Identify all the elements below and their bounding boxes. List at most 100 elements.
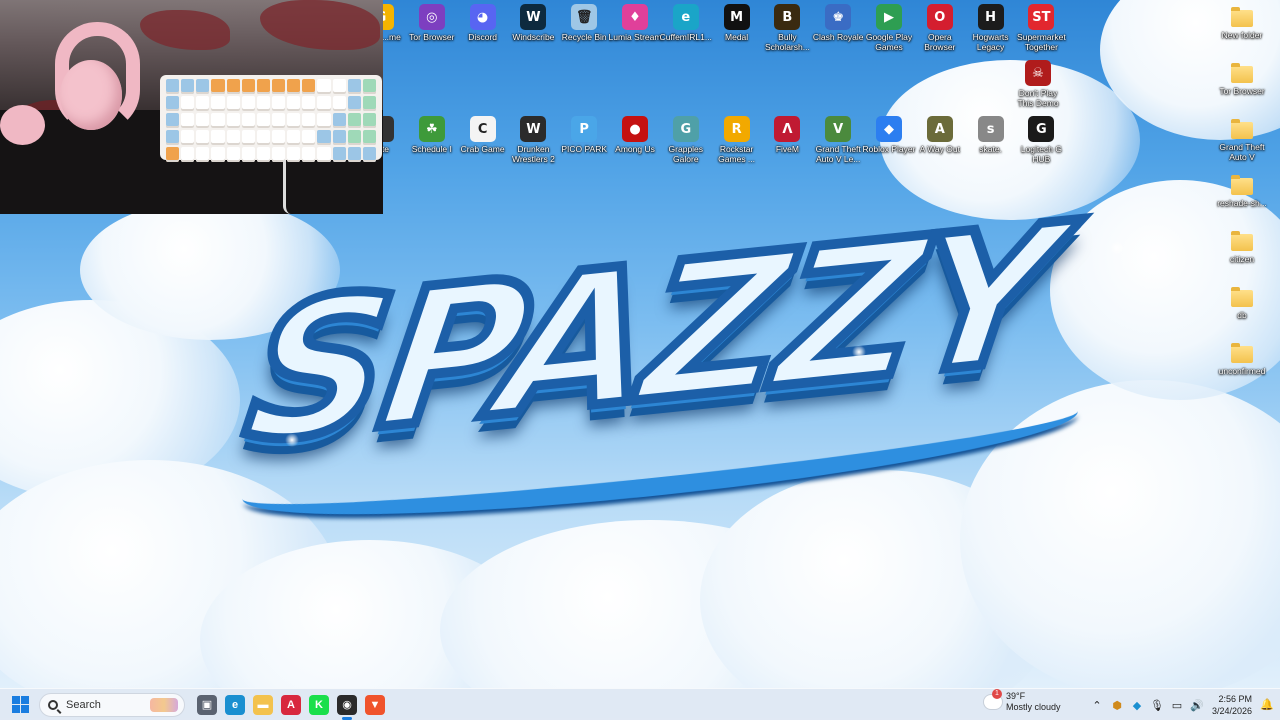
desktop-icon-among-us[interactable]: ● Among Us [607, 116, 663, 154]
desktop-icon-pico-park[interactable]: P PICO PARK [556, 116, 612, 154]
start-button[interactable] [6, 691, 34, 719]
desktop-icon-dont-play-this-demo[interactable]: ☠ Don't Play This Demo [1010, 60, 1066, 108]
keyboard-key [272, 79, 286, 94]
folder-icon [1231, 7, 1253, 27]
keyboard-key [256, 130, 270, 145]
desktop-icon-windscribe[interactable]: W Windscribe [505, 4, 561, 42]
headphone-earcup [0, 105, 45, 145]
desktop-icon-drunken-wrestlers[interactable]: W Drunken Wrestlers 2 [505, 116, 561, 164]
keyboard-cable [283, 160, 295, 214]
sparkle [852, 345, 866, 359]
keyboard-key [241, 147, 255, 162]
keyboard-key [347, 96, 361, 111]
file-explorer-icon: ▬ [253, 694, 273, 715]
keyboard-key [362, 147, 376, 162]
desktop-folder[interactable]: reshade-sh... [1214, 174, 1270, 208]
keyboard-key [196, 147, 210, 162]
folder-icon [1231, 231, 1253, 251]
taskbar-clock[interactable]: 2:56 PM 3/24/2026 [1210, 693, 1252, 717]
desktop-icon-label: Grapples Galore [668, 144, 704, 164]
keyboard-key [226, 113, 240, 128]
desktop-icon-schedule-i[interactable]: ☘ Schedule I [404, 116, 460, 154]
desktop-icon-label: A Way Out [919, 144, 960, 154]
search-icon [48, 699, 58, 710]
keyboard-key [317, 79, 331, 94]
clash-royale-icon: ♚ [825, 4, 852, 30]
keyboard-key [181, 113, 195, 128]
desktop-icon-gta-v[interactable]: V Grand Theft Auto V Le... [810, 116, 866, 164]
desktop-icon-rockstar[interactable]: R Rockstar Games ... [709, 116, 765, 164]
keyboard-key [166, 113, 180, 128]
desktop-icon-bully[interactable]: B Bully Scholarsh... [759, 4, 815, 52]
keyboard-key [181, 96, 195, 111]
desktop-folder[interactable]: db [1214, 286, 1270, 320]
taskbar-app-task-view[interactable]: ▣ [193, 689, 221, 720]
desktop-icon-label: Rockstar Games ... [718, 144, 756, 164]
taskbar-weather[interactable]: 1 39°F Mostly cloudy [984, 689, 1061, 713]
desktop-icon-skate[interactable]: s skate. [963, 116, 1019, 154]
keyboard-key [317, 96, 331, 111]
desktop-icon-tor-browser[interactable]: ◎ Tor Browser [404, 4, 460, 42]
microphone-icon[interactable]: 🎙 [1150, 698, 1164, 712]
weather-condition: Mostly cloudy [1006, 702, 1061, 712]
desktop-folder[interactable]: unconfirmed [1214, 342, 1270, 376]
taskbar-app-file-explorer[interactable]: ▬ [249, 689, 277, 720]
desktop-folder[interactable]: Tor Browser [1214, 62, 1270, 96]
desktop-icon-clash-royale[interactable]: ♚ Clash Royale [810, 4, 866, 42]
desktop-icon-recycle-bin[interactable]: 🗑 Recycle Bin [556, 4, 612, 42]
desktop-icon-supermarket-together[interactable]: ST Supermarket Together [1013, 4, 1069, 52]
network-icon[interactable]: ▭ [1170, 698, 1184, 712]
notification-bell-icon[interactable]: 🔔 [1260, 698, 1274, 711]
desktop-icon-roblox[interactable]: ◆ Roblox Player [861, 116, 917, 154]
windows-start-icon [11, 696, 29, 713]
desktop-icon-opera[interactable]: O Opera Browser [912, 4, 968, 52]
weather-badge: 1 [992, 689, 1002, 699]
keyboard-key [256, 113, 270, 128]
desktop-icon-lumia-stream[interactable]: ♦ Lumia Stream [607, 4, 663, 42]
volume-icon[interactable]: 🔊 [1190, 698, 1204, 712]
desktop-icon-crab-game[interactable]: C Crab Game [455, 116, 511, 154]
desktop-icon-a-way-out[interactable]: A A Way Out [912, 116, 968, 154]
desktop-icon-grapples-galore[interactable]: G Grapples Galore [658, 116, 714, 164]
taskbar: Search ▣ e ▬ A K ◉ ▼ 1 39°F Mostly cloudy ⌃ ⬢ … [0, 688, 1280, 720]
taskbar-app-obs[interactable]: ◉ [333, 689, 361, 720]
keyboard-key [362, 79, 376, 94]
a-way-out-icon: A [926, 116, 953, 142]
taskbar-app-adobe-acrobat[interactable]: A [277, 689, 305, 720]
discord-icon: ◕ [469, 4, 496, 30]
bully-icon: B [774, 4, 801, 30]
taskbar-app-edge[interactable]: e [221, 689, 249, 720]
crab-game-icon: C [469, 116, 496, 142]
desktop-icon-medal[interactable]: M Medal [709, 4, 765, 42]
keyboard-key [302, 96, 316, 111]
desktop-icon-edge-shortcut[interactable]: e CuffemIRL1... [658, 4, 714, 42]
desktop-icon-fivem[interactable]: Λ FiveM [759, 116, 815, 154]
desktop-icon-label: Supermarket Together [1017, 32, 1066, 52]
desktop-icon-label: Grand Theft Auto V Le... [815, 144, 861, 164]
folder-icon [1231, 63, 1253, 83]
keyboard-key [317, 147, 331, 162]
desktop-icon-discord[interactable]: ◕ Discord [455, 4, 511, 42]
taskbar-app-brave[interactable]: ▼ [361, 689, 389, 720]
folder-icon [1231, 119, 1253, 139]
taskbar-search-box[interactable]: Search [39, 692, 185, 717]
keyboard-key [332, 96, 346, 111]
desktop-icon-hogwarts-legacy[interactable]: H Hogwarts Legacy [963, 4, 1019, 52]
desktop-icon-label: Bully Scholarsh... [764, 32, 810, 52]
dont-play-this-demo-icon: ☠ [1025, 60, 1051, 86]
tray-app-icon[interactable]: ◆ [1130, 698, 1144, 712]
desktop-folder[interactable]: Grand Theft Auto V [1214, 118, 1270, 162]
desktop-icon-google-play-games[interactable]: ▶ Google Play Games [861, 4, 917, 52]
show-hidden-icons-chevron-icon[interactable]: ⌃ [1090, 698, 1104, 712]
desktop-folder[interactable]: citizen [1214, 230, 1270, 264]
desktop-icon-label: Logitech G HUB [1020, 144, 1062, 164]
desktop-icon-label: Don't Play This Demo [1017, 88, 1059, 108]
keyboard-key [287, 113, 301, 128]
taskbar-app-kick[interactable]: K [305, 689, 333, 720]
fivem-icon: Λ [774, 116, 801, 142]
search-placeholder: Search [66, 698, 101, 711]
tray-app-icon[interactable]: ⬢ [1110, 698, 1124, 712]
desktop-icon-logitech-g-hub[interactable]: G Logitech G HUB [1013, 116, 1069, 164]
keyboard-key [287, 79, 301, 94]
desktop-folder[interactable]: New folder [1214, 6, 1270, 40]
